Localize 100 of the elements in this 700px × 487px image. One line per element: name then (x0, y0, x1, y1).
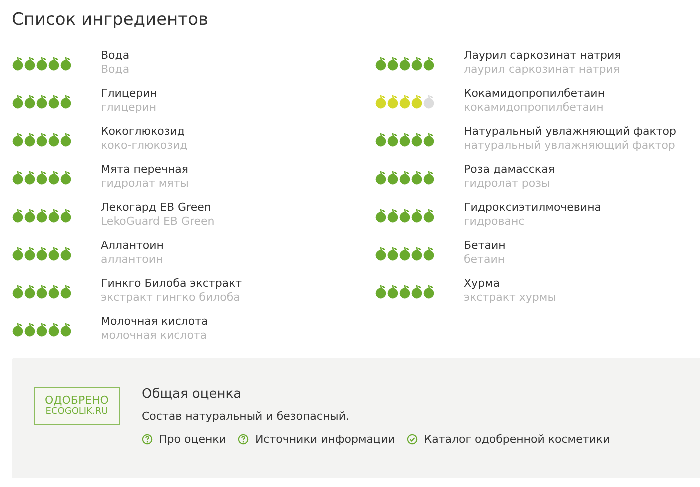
acorn-icon (423, 56, 435, 70)
stamp-text: ОДОБРЕНО (45, 394, 109, 407)
ingredient-inci: лаурил саркозинат натрия (464, 63, 622, 77)
acorn-icon (60, 322, 72, 336)
ingredient-inci: гидрованс (464, 215, 526, 229)
link-label: Про оценки (159, 433, 226, 446)
acorn-icon (399, 170, 411, 184)
ingredient-name: Кокамидопропилбетаин (464, 87, 606, 101)
acorn-icon (387, 132, 399, 146)
ingredient-name: Кокоглюкозид (101, 125, 186, 139)
acorn-icon (48, 322, 60, 336)
acorn-icon (36, 94, 48, 108)
ingredient-name: Лаурил саркозинат натрия (464, 49, 622, 63)
acorn-icon (60, 56, 72, 70)
acorn-icon (387, 246, 399, 260)
ingredient-name: Глицерин (101, 87, 158, 101)
ingredient-name: Гидроксиэтилмочевина (464, 201, 602, 215)
acorn-icon (411, 208, 423, 222)
ingredient-name: Натуральный увлажняющий фактор (464, 125, 676, 139)
summary-heading: Общая оценка (142, 387, 243, 402)
acorn-icon (24, 94, 36, 108)
ingredient-name: Молочная кислота (101, 315, 208, 329)
help-icon (238, 434, 250, 445)
ingredient-inci: гидролат розы (464, 177, 552, 191)
ingredient-inci: экстракт гингко билоба (101, 291, 242, 305)
acorn-icon (399, 284, 411, 298)
acorn-icon (24, 322, 36, 336)
ingredient-name: Хурма (464, 277, 502, 291)
acorn-icon (387, 94, 399, 108)
ingredient-inci: кокамидопропилбетаин (464, 101, 605, 115)
acorn-icon (60, 132, 72, 146)
stamp-text: ECOGOLIK.RU (46, 407, 108, 418)
check-circle-icon (407, 434, 418, 445)
acorn-icon (60, 284, 72, 298)
acorn-icon (60, 208, 72, 222)
acorn-icon (24, 208, 36, 222)
acorn-icon (399, 208, 411, 222)
ingredient-name: Мята перечная (101, 163, 189, 177)
acorn-icon (48, 170, 60, 184)
acorn-icon (423, 132, 435, 146)
acorn-icon (423, 208, 435, 222)
ingredient-inci: экстракт хурмы (464, 291, 556, 305)
summary-text: Состав натуральный и безопасный. (142, 410, 350, 423)
acorn-icon (48, 208, 60, 222)
acorn-icon (48, 94, 60, 108)
acorn-icon (387, 170, 399, 184)
acorn-icon (411, 284, 423, 298)
page-title: Список ингредиентов (11, 9, 210, 30)
acorn-icon (24, 170, 36, 184)
acorn-icon (36, 246, 48, 260)
acorn-icon (36, 208, 48, 222)
ingredient-name: Бетаин (464, 239, 506, 253)
ingredient-inci: бетаин (464, 253, 506, 267)
acorn-icon (60, 170, 72, 184)
acorn-icon (36, 284, 48, 298)
acorn-icon (24, 56, 36, 70)
ingredient-inci: молочная кислота (101, 329, 208, 343)
ingredient-inci: LekoGuard EB Green (101, 215, 215, 229)
acorn-icon (48, 284, 60, 298)
ingredient-name: Аллантоин (101, 239, 164, 253)
ingredient-inci: натуральный увлажняющий фактор (464, 139, 676, 153)
acorn-icon (60, 246, 72, 260)
acorn-icon (411, 170, 423, 184)
ingredient-name: Лекогард EB Green (101, 201, 212, 215)
acorn-icon (387, 56, 399, 70)
acorn-icon (36, 322, 48, 336)
acorn-icon (423, 94, 435, 108)
acorn-icon (36, 170, 48, 184)
acorn-icon (411, 56, 423, 70)
ingredient-inci: Вода (101, 63, 130, 77)
acorn-icon (36, 132, 48, 146)
acorn-icon (387, 284, 399, 298)
ingredient-inci: аллантоин (101, 253, 164, 267)
help-icon (142, 434, 153, 445)
acorn-icon (48, 132, 60, 146)
acorn-icon (60, 94, 72, 108)
acorn-icon (24, 284, 36, 298)
ingredient-name: Роза дамасская (464, 163, 555, 177)
acorn-icon (399, 56, 411, 70)
info-link[interactable]: Про оценки (142, 433, 226, 446)
acorn-icon (399, 246, 411, 260)
ingredient-inci: коко-глюкозид (101, 139, 188, 153)
acorn-icon (423, 170, 435, 184)
ingredient-inci: глицерин (101, 101, 158, 115)
acorn-icon (411, 132, 423, 146)
acorn-icon (24, 246, 36, 260)
acorn-icon (399, 132, 411, 146)
ingredient-name: Вода (101, 49, 130, 63)
acorn-icon (411, 94, 423, 108)
acorn-icon (399, 94, 411, 108)
acorn-icon (387, 208, 399, 222)
acorn-icon (24, 132, 36, 146)
acorn-icon (36, 56, 48, 70)
acorn-icon (423, 284, 435, 298)
acorn-icon (411, 246, 423, 260)
acorn-icon (48, 246, 60, 260)
acorn-icon (48, 56, 60, 70)
ingredient-name: Гинкго Билоба экстракт (101, 277, 242, 291)
acorn-icon (423, 246, 435, 260)
ingredient-inci: гидролат мяты (101, 177, 189, 191)
